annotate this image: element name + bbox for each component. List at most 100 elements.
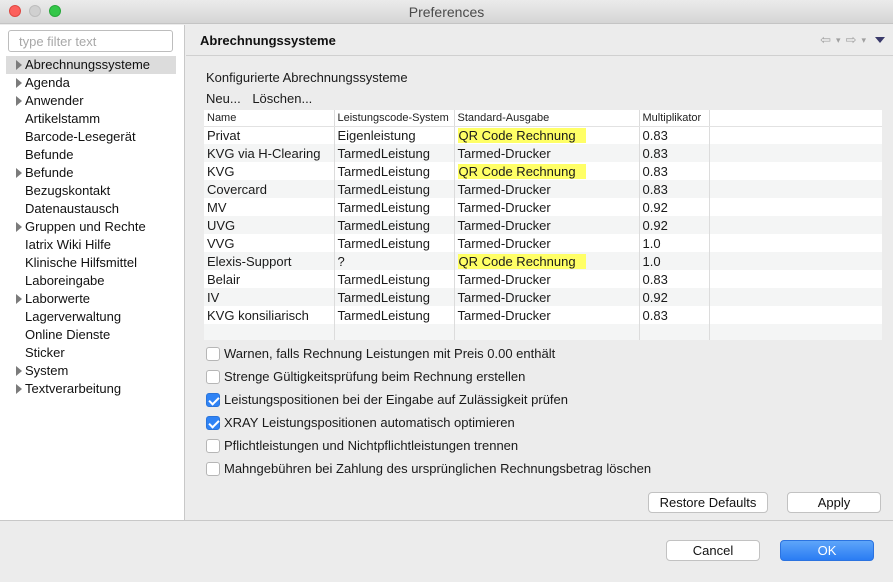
expand-arrow-icon[interactable]: [16, 78, 22, 88]
table-row[interactable]: UVG TarmedLeistung Tarmed-Drucker 0.92: [204, 216, 882, 234]
cell-filler: [709, 162, 882, 180]
cell-default-output: QR Code Rechnung: [454, 162, 640, 180]
expand-arrow-icon[interactable]: [16, 384, 22, 394]
table-body: Privat Eigenleistung QR Code Rechnung 0.83 K…: [204, 126, 882, 340]
sidebar-item[interactable]: Textverarbeitung: [6, 380, 176, 398]
sidebar-item[interactable]: Iatrix Wiki Hilfe: [6, 236, 176, 254]
table-row[interactable]: Belair TarmedLeistung Tarmed-Drucker 0.83: [204, 270, 882, 288]
sidebar-item-label: Befunde: [25, 165, 74, 180]
sidebar-item[interactable]: System: [6, 362, 176, 380]
back-arrow-icon[interactable]: ⇦: [820, 32, 831, 48]
sidebar-item[interactable]: Lagerverwaltung: [6, 308, 176, 326]
sidebar-item[interactable]: Laboreingabe: [6, 272, 176, 290]
option-checkbox-row[interactable]: Leistungspositionen bei der Eingabe auf …: [206, 391, 651, 414]
cell-code-system: TarmedLeistung: [334, 216, 455, 234]
option-label: Pflichtleistungen und Nichtpflichtleistu…: [224, 438, 519, 453]
sidebar-item-label: Klinische Hilfsmittel: [25, 255, 137, 270]
forward-arrow-icon[interactable]: ⇨: [846, 32, 857, 48]
column-header-code-system[interactable]: Leistungscode-System: [334, 110, 455, 127]
group-label: Konfigurierte Abrechnungssysteme: [206, 70, 408, 85]
sidebar-item[interactable]: Befunde: [6, 146, 176, 164]
sidebar-item[interactable]: Bezugskontakt: [6, 182, 176, 200]
option-checkbox-row[interactable]: Mahngebühren bei Zahlung des ursprünglic…: [206, 460, 651, 483]
option-checkbox-row[interactable]: Pflichtleistungen und Nichtpflichtleistu…: [206, 437, 651, 460]
checkbox[interactable]: [206, 416, 220, 430]
sidebar-item[interactable]: Agenda: [6, 74, 176, 92]
table-row[interactable]: MV TarmedLeistung Tarmed-Drucker 0.92: [204, 198, 882, 216]
billing-systems-table[interactable]: Name Leistungscode-System Standard-Ausga…: [204, 110, 882, 340]
cell-empty: [709, 324, 882, 340]
cell-default-output: Tarmed-Drucker: [454, 180, 640, 198]
ok-button[interactable]: OK: [780, 540, 874, 561]
sidebar-item[interactable]: Anwender: [6, 92, 176, 110]
table-row[interactable]: IV TarmedLeistung Tarmed-Drucker 0.92: [204, 288, 882, 306]
table-actions: Neu... Löschen...: [206, 91, 320, 106]
cell-code-system: TarmedLeistung: [334, 270, 455, 288]
option-checkbox-row[interactable]: XRAY Leistungspositionen automatisch opt…: [206, 414, 651, 437]
cancel-button[interactable]: Cancel: [666, 540, 760, 561]
table-row[interactable]: KVG TarmedLeistung QR Code Rechnung 0.83: [204, 162, 882, 180]
table-row[interactable]: KVG via H-Clearing TarmedLeistung Tarmed-D…: [204, 144, 882, 162]
cell-default-output: QR Code Rechnung: [454, 252, 640, 270]
table-row[interactable]: VVG TarmedLeistung Tarmed-Drucker 1.0: [204, 234, 882, 252]
checkbox[interactable]: [206, 370, 220, 384]
sidebar-item[interactable]: Barcode-Lesegerät: [6, 128, 176, 146]
checkbox[interactable]: [206, 462, 220, 476]
column-header-default-output[interactable]: Standard-Ausgabe: [454, 110, 640, 127]
sidebar-item[interactable]: Befunde: [6, 164, 176, 182]
sidebar-item[interactable]: Klinische Hilfsmittel: [6, 254, 176, 272]
expand-arrow-icon[interactable]: [16, 366, 22, 376]
sidebar-item[interactable]: Artikelstamm: [6, 110, 176, 128]
view-menu-icon[interactable]: [875, 37, 885, 43]
preference-tree: Abrechnungssysteme Agenda Anwender Artikels…: [6, 56, 176, 398]
preferences-window: Preferences Abrechnungssysteme Agenda Anwe…: [0, 0, 893, 582]
expand-arrow-icon[interactable]: [16, 60, 22, 70]
cell-filler: [709, 288, 882, 306]
cell-name: Elexis-Support: [204, 252, 335, 270]
cell-default-output: Tarmed-Drucker: [454, 288, 640, 306]
column-header-name[interactable]: Name: [204, 110, 335, 127]
restore-defaults-button[interactable]: Restore Defaults: [648, 492, 768, 513]
table-row[interactable]: Covercard TarmedLeistung Tarmed-Drucker 0.8…: [204, 180, 882, 198]
forward-dropdown-icon[interactable]: ▾: [861, 35, 866, 46]
sidebar-item[interactable]: Abrechnungssysteme: [6, 56, 176, 74]
cell-default-output: Tarmed-Drucker: [454, 306, 640, 324]
table-header-row: Name Leistungscode-System Standard-Ausga…: [204, 110, 882, 127]
table-row[interactable]: KVG konsiliarisch TarmedLeistung Tarmed-Dr…: [204, 306, 882, 324]
table-row-empty: [204, 324, 882, 340]
sidebar-item-label: Iatrix Wiki Hilfe: [25, 237, 111, 252]
column-header-multiplier[interactable]: Multiplikator: [639, 110, 710, 127]
table-row[interactable]: Elexis-Support? QR Code Rechnung 1.0: [204, 252, 882, 270]
sidebar-item[interactable]: Laborwerte: [6, 290, 176, 308]
option-label: Leistungspositionen bei der Eingabe auf …: [224, 392, 569, 407]
cell-filler: [709, 234, 882, 252]
option-checkbox-row[interactable]: Warnen, falls Rechnung Leistungen mit Pr…: [206, 345, 651, 368]
sidebar-item[interactable]: Datenaustausch: [6, 200, 176, 218]
option-checkbox-row[interactable]: Strenge Gültigkeitsprüfung beim Rechnung…: [206, 368, 651, 391]
new-link[interactable]: Neu...: [206, 91, 241, 106]
cell-multiplier: 0.83: [639, 270, 710, 288]
checkbox[interactable]: [206, 347, 220, 361]
cell-default-output: QR Code Rechnung: [454, 126, 640, 144]
checkbox[interactable]: [206, 439, 220, 453]
expand-arrow-icon[interactable]: [16, 96, 22, 106]
filter-input[interactable]: [8, 30, 173, 52]
sidebar-item[interactable]: Sticker: [6, 344, 176, 362]
delete-link[interactable]: Löschen...: [252, 91, 312, 106]
expand-arrow-icon[interactable]: [16, 222, 22, 232]
cell-multiplier: 0.83: [639, 180, 710, 198]
checkbox[interactable]: [206, 393, 220, 407]
sidebar-item[interactable]: Gruppen und Rechte: [6, 218, 176, 236]
cell-empty: [454, 324, 640, 340]
expand-arrow-icon[interactable]: [16, 294, 22, 304]
table-row[interactable]: Privat Eigenleistung QR Code Rechnung 0.83: [204, 126, 882, 144]
header-divider: [186, 55, 893, 56]
cell-filler: [709, 270, 882, 288]
back-dropdown-icon[interactable]: ▾: [836, 35, 841, 46]
highlighted-output: QR Code Rechnung: [457, 253, 586, 269]
column-header-filler: [709, 110, 882, 127]
option-label: Warnen, falls Rechnung Leistungen mit Pr…: [224, 346, 556, 361]
expand-arrow-icon[interactable]: [16, 168, 22, 178]
sidebar-item[interactable]: Online Dienste: [6, 326, 176, 344]
apply-button[interactable]: Apply: [787, 492, 881, 513]
